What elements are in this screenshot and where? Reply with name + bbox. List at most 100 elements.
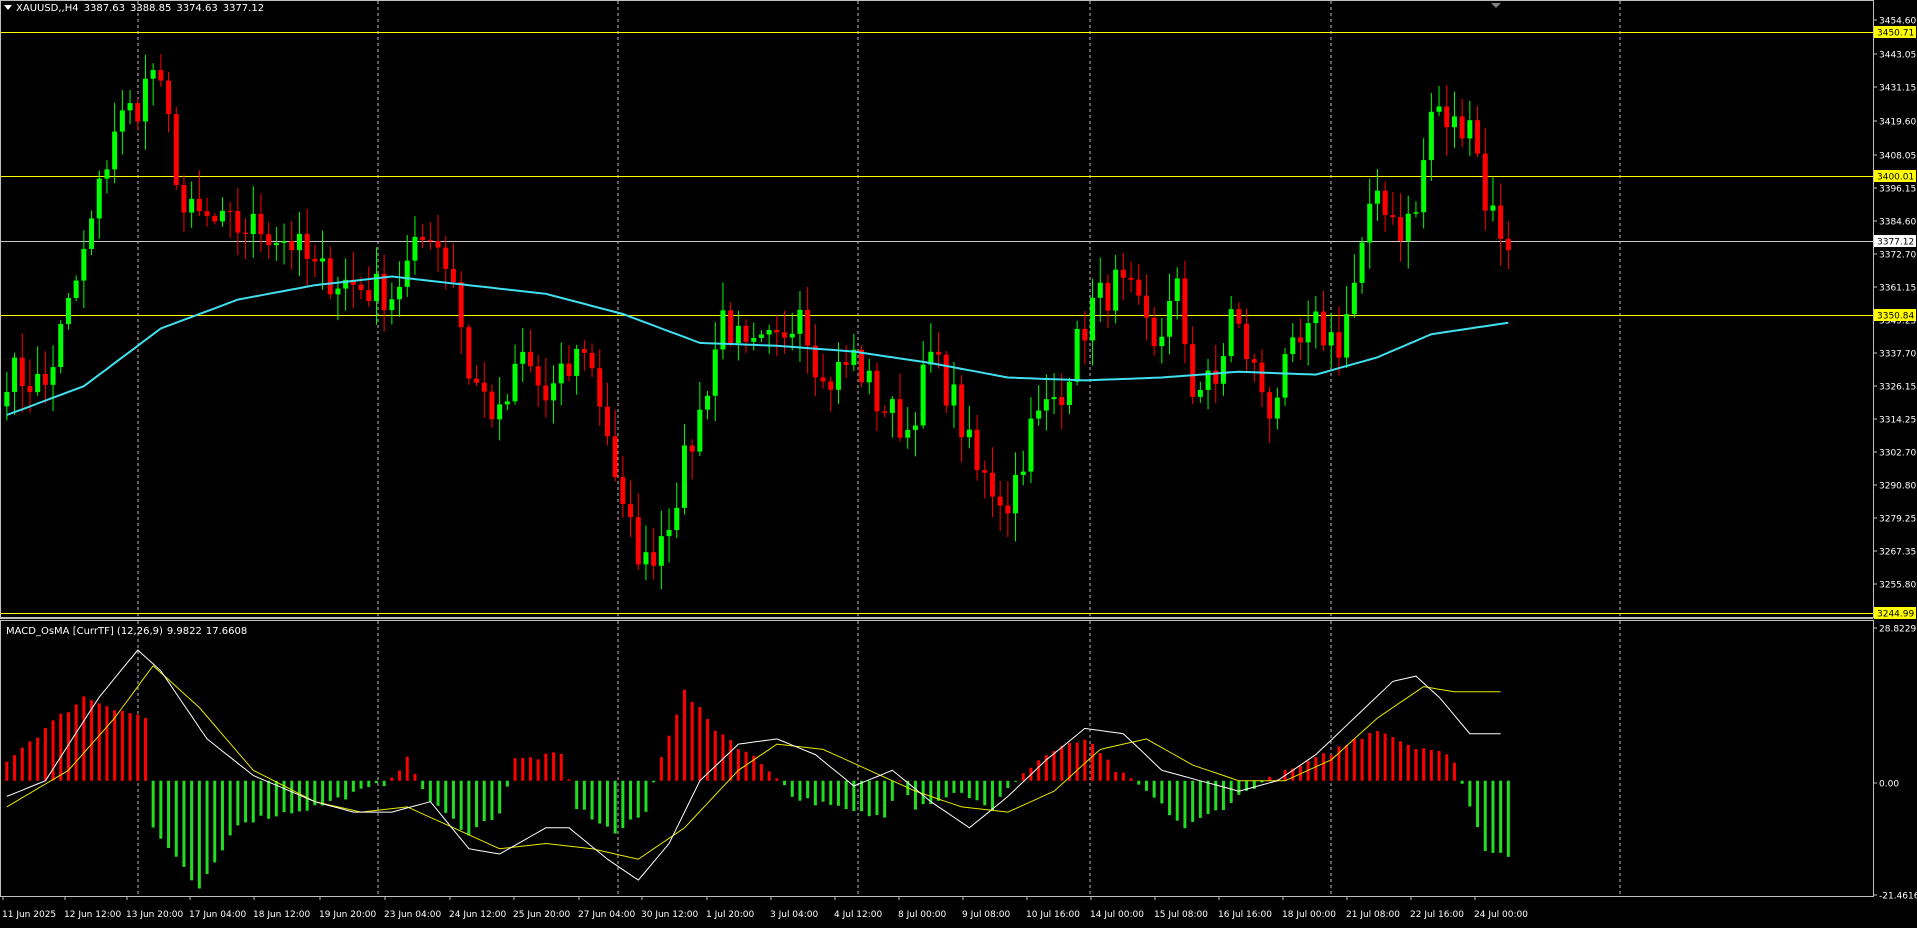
histogram-bar — [259, 780, 263, 816]
candle — [1297, 318, 1303, 361]
time-tick-label: 1 Jul 20:00 — [706, 910, 755, 920]
candle-body — [905, 429, 911, 438]
histogram-bar — [82, 696, 86, 781]
candle — [243, 218, 249, 260]
candle — [135, 98, 141, 131]
candle-body — [774, 330, 780, 333]
histogram-bar — [759, 764, 763, 781]
candle-body — [212, 215, 218, 222]
histogram-bar — [575, 780, 579, 810]
histogram-bar — [1221, 780, 1225, 811]
candle-body — [705, 395, 711, 410]
candle-body — [335, 288, 341, 295]
histogram-bar — [374, 780, 378, 784]
chart-shift-icon — [1491, 3, 1501, 8]
chart-canvas[interactable]: 3454.60 3443.05 3431.15 3419.60 3408.05 3396.… — [0, 0, 1917, 924]
candle — [966, 405, 972, 449]
candle — [628, 480, 634, 538]
histogram-bar — [790, 780, 794, 797]
price-tick-label: 3314.25 — [1879, 416, 1916, 426]
candle — [882, 405, 888, 418]
candle — [566, 345, 572, 382]
histogram-bar — [1160, 780, 1164, 804]
candle-body — [951, 384, 957, 406]
candle-body — [19, 357, 25, 387]
candle-body — [420, 236, 426, 241]
candle — [928, 323, 934, 373]
histogram-bar — [482, 780, 486, 822]
candle-body — [481, 382, 487, 392]
histogram-bar — [367, 780, 371, 787]
candle — [774, 314, 780, 357]
candle — [19, 333, 25, 413]
histogram-bar — [251, 780, 255, 823]
low-price: 3374.63 — [176, 3, 218, 14]
main-chart-frame — [0, 0, 1874, 618]
candle — [1097, 257, 1103, 322]
candle-body — [527, 351, 533, 367]
candle-body — [1328, 332, 1334, 346]
time-tick-label: 17 Jun 04:00 — [189, 910, 246, 920]
candle — [150, 63, 156, 106]
dropdown-arrow-icon[interactable] — [4, 5, 12, 10]
candle-body — [1444, 106, 1450, 128]
histogram-bar — [1098, 753, 1102, 781]
histogram-bar — [159, 780, 163, 839]
candle — [127, 89, 133, 125]
candle-body — [1151, 317, 1157, 347]
histogram-bar — [913, 780, 917, 810]
candle-body — [1382, 190, 1388, 216]
price-tick-label: 3326.15 — [1879, 383, 1916, 393]
osc-tick-label: 0.00 — [1879, 780, 1899, 790]
candle — [1313, 295, 1319, 349]
candle-body — [427, 240, 433, 242]
time-tick-label: 19 Jun 20:00 — [319, 910, 376, 920]
candle-body — [597, 368, 603, 407]
candle-body — [358, 284, 364, 291]
candle — [1005, 481, 1011, 538]
histogram-bar — [1129, 778, 1133, 781]
candle — [943, 350, 949, 413]
candle-body — [474, 378, 480, 383]
price-tick-label: 3372.70 — [1879, 251, 1916, 261]
candle — [520, 327, 526, 383]
candle-body — [1013, 474, 1019, 514]
candle-body — [612, 436, 618, 478]
candle-body — [751, 337, 757, 342]
histogram-bar — [151, 780, 155, 828]
candle — [735, 310, 741, 361]
candle-body — [1459, 116, 1465, 139]
candle — [1113, 254, 1119, 324]
time-tick-label: 3 Jul 04:00 — [770, 910, 819, 920]
candle — [982, 460, 988, 499]
candle — [1359, 236, 1365, 294]
histogram-bar — [444, 780, 448, 813]
candle — [1321, 290, 1327, 352]
histogram-bar — [798, 780, 802, 801]
histogram-bar — [398, 770, 402, 781]
candle — [743, 319, 749, 354]
candle — [512, 344, 518, 405]
candle-body — [266, 234, 272, 246]
candle-body — [127, 103, 133, 111]
candle-body — [635, 517, 641, 565]
trading-chart[interactable]: 3454.60 3443.05 3431.15 3419.60 3408.05 3396.… — [0, 0, 1917, 924]
candle-body — [1436, 106, 1442, 112]
histogram-bar — [197, 780, 201, 889]
price-level-label: 3244.99 — [1877, 610, 1914, 620]
candle — [581, 340, 587, 371]
candle-body — [1236, 309, 1242, 324]
candle — [1328, 313, 1334, 368]
histogram-bar — [51, 720, 55, 781]
candle-body — [397, 286, 403, 300]
histogram-bar — [528, 757, 532, 781]
histogram-bar — [898, 780, 902, 782]
time-tick-label: 30 Jun 12:00 — [641, 910, 698, 920]
candle-body — [4, 391, 10, 407]
candle-body — [58, 324, 64, 368]
histogram-bar — [767, 771, 771, 781]
histogram-bar — [1483, 780, 1487, 852]
histogram-bar — [1406, 744, 1410, 781]
candle — [366, 266, 372, 307]
histogram-bar — [382, 780, 386, 787]
